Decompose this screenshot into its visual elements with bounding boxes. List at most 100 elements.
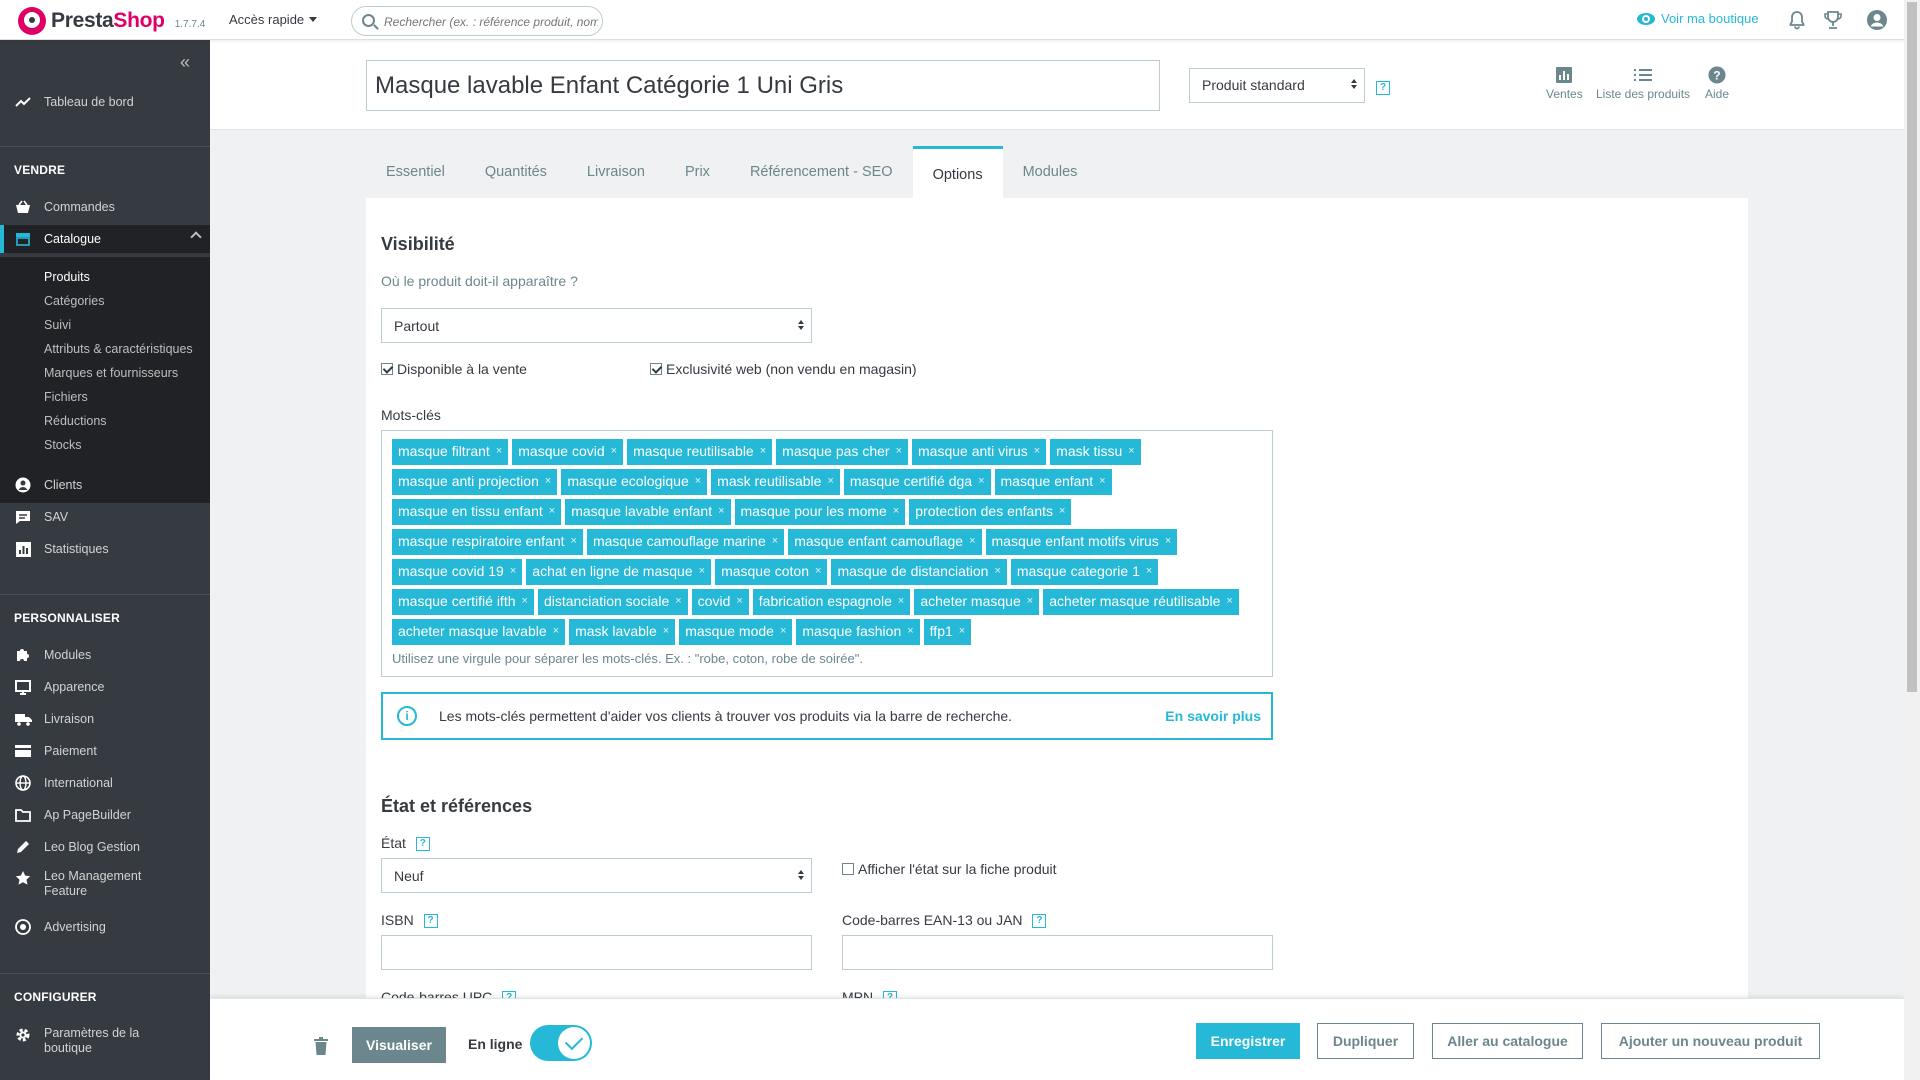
remove-tag-icon[interactable]: × bbox=[1059, 505, 1065, 517]
product-type-select[interactable]: Produit standard bbox=[1189, 68, 1365, 103]
keyword-tag[interactable]: masque de distanciation × bbox=[831, 559, 1007, 585]
remove-tag-icon[interactable]: × bbox=[718, 505, 724, 517]
keyword-tag[interactable]: masque pour les mome × bbox=[734, 499, 906, 525]
sidebar-item-payment[interactable]: Paiement bbox=[0, 737, 210, 765]
tab-seo[interactable]: Référencement - SEO bbox=[730, 146, 913, 198]
sales-button[interactable]: Ventes bbox=[1546, 66, 1583, 101]
sidebar-item-stats[interactable]: Statistiques bbox=[0, 535, 210, 563]
product-list-button[interactable]: Liste des produits bbox=[1596, 66, 1690, 101]
keyword-tag[interactable]: masque pas cher × bbox=[776, 439, 908, 465]
sidebar-item-modules[interactable]: Modules bbox=[0, 641, 210, 669]
save-button[interactable]: Enregistrer bbox=[1196, 1023, 1300, 1059]
help-button[interactable]: ? Aide bbox=[1705, 66, 1729, 101]
learn-more-link[interactable]: En savoir plus bbox=[1165, 708, 1261, 724]
remove-tag-icon[interactable]: × bbox=[571, 535, 577, 547]
sidebar-item-ap-pagebuilder[interactable]: Ap PageBuilder bbox=[0, 801, 210, 829]
keyword-tag[interactable]: acheter masque lavable × bbox=[392, 619, 566, 645]
tab-options[interactable]: Options bbox=[912, 146, 1003, 198]
remove-tag-icon[interactable]: × bbox=[611, 445, 617, 457]
remove-tag-icon[interactable]: × bbox=[893, 505, 899, 517]
account-icon[interactable] bbox=[1866, 9, 1888, 31]
sidebar-item-advertising[interactable]: Advertising bbox=[0, 913, 210, 941]
sidebar-item-orders[interactable]: Commandes bbox=[0, 193, 210, 221]
keyword-tag[interactable]: masque anti projection × bbox=[392, 469, 558, 495]
remove-tag-icon[interactable]: × bbox=[1099, 475, 1105, 487]
help-icon[interactable]: ? bbox=[1032, 914, 1047, 929]
keyword-tag[interactable]: masque covid × bbox=[512, 439, 624, 465]
remove-tag-icon[interactable]: × bbox=[522, 595, 528, 607]
keyword-tag[interactable]: masque respiratoire enfant × bbox=[392, 529, 583, 555]
keyword-tag[interactable]: acheter masque réutilisable × bbox=[1043, 589, 1239, 615]
submenu-tracking[interactable]: Suivi bbox=[44, 318, 71, 332]
view-shop-link[interactable]: Voir ma boutique bbox=[1637, 11, 1759, 26]
submenu-attributes[interactable]: Attributs & caractéristiques bbox=[44, 342, 193, 356]
keyword-tag[interactable]: masque reutilisable × bbox=[627, 439, 773, 465]
remove-tag-icon[interactable]: × bbox=[553, 625, 559, 637]
remove-tag-icon[interactable]: × bbox=[978, 475, 984, 487]
keyword-tag[interactable]: masque enfant × bbox=[994, 469, 1112, 495]
search-input[interactable] bbox=[384, 13, 598, 31]
keyword-tag[interactable]: mask reutilisable × bbox=[711, 469, 840, 495]
remove-tag-icon[interactable]: × bbox=[736, 595, 742, 607]
submenu-stocks[interactable]: Stocks bbox=[44, 438, 82, 452]
sidebar-item-shipping[interactable]: Livraison bbox=[0, 705, 210, 733]
sidebar-item-appearance[interactable]: Apparence bbox=[0, 673, 210, 701]
remove-tag-icon[interactable]: × bbox=[898, 595, 904, 607]
remove-tag-icon[interactable]: × bbox=[907, 625, 913, 637]
keyword-tag[interactable]: masque en tissu enfant × bbox=[392, 499, 562, 525]
add-new-product-button[interactable]: Ajouter un nouveau produit bbox=[1601, 1023, 1820, 1059]
sidebar-item-customers[interactable]: Clients bbox=[0, 471, 210, 499]
keyword-tag[interactable]: masque filtrant × bbox=[392, 439, 509, 465]
condition-select[interactable]: Neuf bbox=[381, 858, 812, 893]
tab-modules[interactable]: Modules bbox=[1003, 146, 1098, 198]
keyword-tag[interactable]: masque camouflage marine × bbox=[586, 529, 785, 555]
ean-input[interactable] bbox=[842, 935, 1273, 970]
keywords-tag-input[interactable]: masque filtrant × masque covid × masque reut… bbox=[381, 430, 1273, 677]
keyword-tag[interactable]: masque certifié dga × bbox=[843, 469, 991, 495]
keyword-tag[interactable]: masque fashion × bbox=[796, 619, 920, 645]
remove-tag-icon[interactable]: × bbox=[1226, 595, 1232, 607]
keyword-tag[interactable]: mask tissu × bbox=[1050, 439, 1141, 465]
remove-tag-icon[interactable]: × bbox=[496, 445, 502, 457]
remove-tag-icon[interactable]: × bbox=[969, 535, 975, 547]
scrollbar-thumb[interactable] bbox=[1907, 2, 1917, 692]
keyword-tag[interactable]: masque ecologique × bbox=[561, 469, 708, 495]
sidebar-item-leo-blog[interactable]: Leo Blog Gestion bbox=[0, 833, 210, 861]
remove-tag-icon[interactable]: × bbox=[994, 565, 1000, 577]
web-exclusive-checkbox[interactable]: Exclusivité web (non vendu en magasin) bbox=[650, 361, 917, 377]
sidebar-item-catalog[interactable]: Catalogue bbox=[0, 225, 210, 253]
keyword-tag[interactable]: masque coton × bbox=[715, 559, 828, 585]
keyword-tag[interactable]: fabrication espagnole × bbox=[752, 589, 911, 615]
keyword-tag[interactable]: masque certifié ifth × bbox=[392, 589, 534, 615]
keyword-tag[interactable]: masque lavable enfant × bbox=[565, 499, 731, 525]
trash-icon[interactable] bbox=[313, 1037, 329, 1055]
page-scrollbar[interactable] bbox=[1904, 0, 1920, 1080]
keyword-tag[interactable]: masque categorie 1 × bbox=[1010, 559, 1159, 585]
isbn-input[interactable] bbox=[381, 935, 812, 970]
remove-tag-icon[interactable]: × bbox=[1128, 445, 1134, 457]
remove-tag-icon[interactable]: × bbox=[1027, 595, 1033, 607]
keyword-tag[interactable]: masque mode × bbox=[679, 619, 793, 645]
preview-button[interactable]: Visualiser bbox=[352, 1027, 446, 1063]
visibility-select[interactable]: Partout bbox=[381, 308, 812, 343]
help-icon[interactable]: ? bbox=[1376, 81, 1390, 95]
keyword-tag[interactable]: masque enfant motifs virus × bbox=[985, 529, 1178, 555]
keyword-tag[interactable]: mask lavable × bbox=[569, 619, 676, 645]
submenu-discounts[interactable]: Réductions bbox=[44, 414, 107, 428]
tab-quantites[interactable]: Quantités bbox=[465, 146, 567, 198]
remove-tag-icon[interactable]: × bbox=[695, 475, 701, 487]
tab-livraison[interactable]: Livraison bbox=[567, 146, 665, 198]
submenu-products[interactable]: Produits bbox=[44, 270, 90, 284]
remove-tag-icon[interactable]: × bbox=[1146, 565, 1152, 577]
remove-tag-icon[interactable]: × bbox=[1165, 535, 1171, 547]
online-toggle[interactable] bbox=[530, 1025, 592, 1061]
keyword-tag[interactable]: ffp1 × bbox=[923, 619, 972, 645]
keyword-tag[interactable]: distanciation sociale × bbox=[537, 589, 688, 615]
submenu-brands[interactable]: Marques et fournisseurs bbox=[44, 366, 178, 380]
available-for-sale-checkbox[interactable]: Disponible à la vente bbox=[381, 361, 527, 377]
remove-tag-icon[interactable]: × bbox=[896, 445, 902, 457]
remove-tag-icon[interactable]: × bbox=[675, 595, 681, 607]
keyword-tag[interactable]: covid × bbox=[691, 589, 749, 615]
remove-tag-icon[interactable]: × bbox=[510, 565, 516, 577]
sidebar-item-dashboard[interactable]: Tableau de bord bbox=[0, 88, 210, 116]
